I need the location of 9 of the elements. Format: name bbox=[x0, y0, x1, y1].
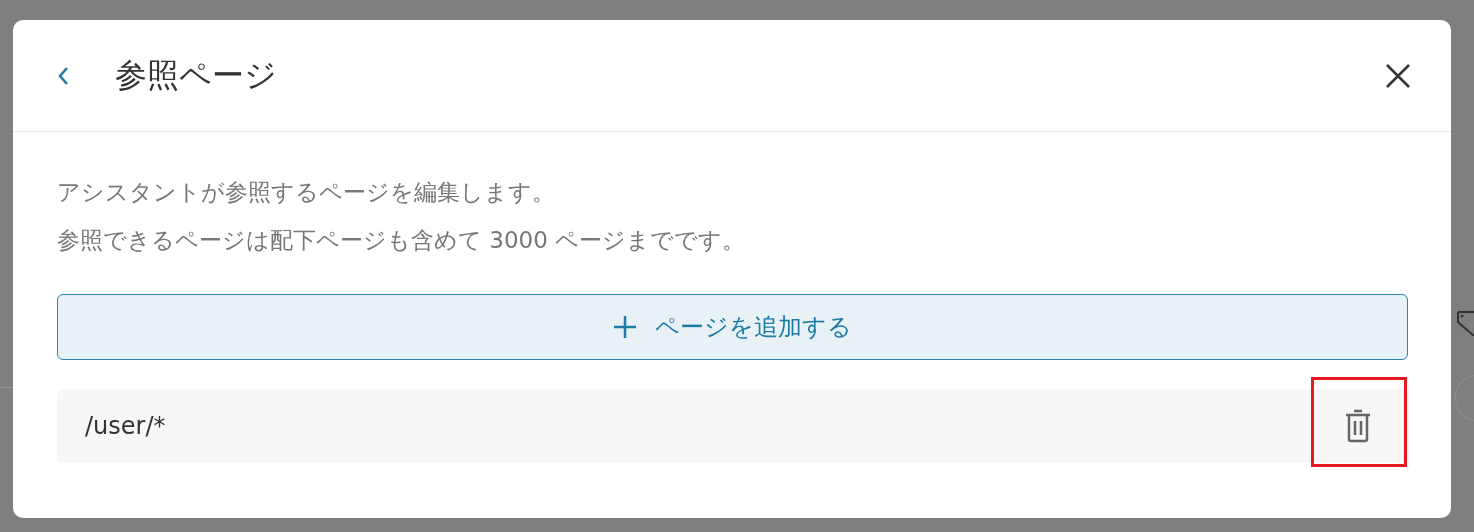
page-path: /user/* bbox=[85, 412, 167, 440]
chevron-left-icon bbox=[57, 65, 69, 86]
description-text: 参照できるページは配下ページも含めて 3000 ページまでです。 bbox=[57, 226, 747, 255]
dialog-title: 参照ページ bbox=[115, 54, 278, 96]
description-text: アシスタントが参照するページを編集します。 bbox=[57, 178, 556, 207]
trash-icon[interactable] bbox=[1344, 409, 1372, 443]
plus-icon bbox=[613, 315, 637, 339]
add-page-button[interactable]: ページを追加する bbox=[57, 294, 1408, 360]
tag-icon bbox=[1456, 310, 1474, 336]
